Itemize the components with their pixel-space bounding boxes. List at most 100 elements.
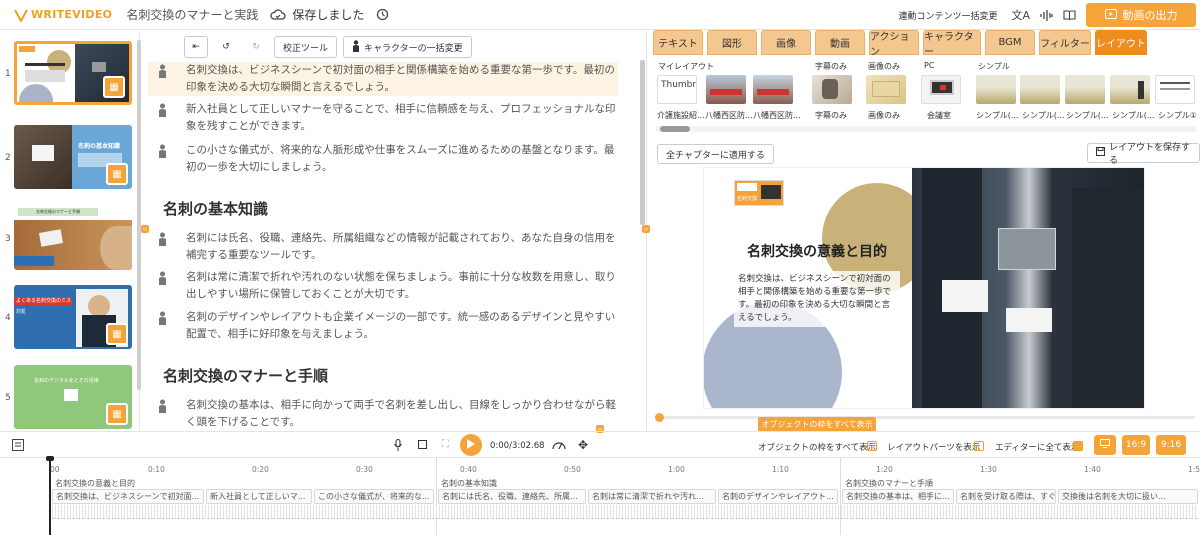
audio-clip[interactable]: 名刺のデザインやレイアウト... [718, 489, 838, 504]
slide-thumbnail[interactable]: よくある名刺交換のミスとその対処法 対処 ▦ [14, 285, 132, 349]
script-line[interactable]: この小さな儀式が、将来的な人脈形成や仕事をスムーズに進めるための基盤となります。… [148, 142, 618, 176]
audio-clip[interactable]: 名刺を受け取る際は、すぐに... [956, 489, 1056, 504]
speed-icon[interactable] [552, 439, 566, 454]
slide-photo[interactable] [912, 168, 1144, 408]
layout-thumbnail[interactable] [921, 75, 961, 104]
slide-thumbnail[interactable]: ▦ [14, 41, 132, 105]
script-line[interactable]: 名刺には氏名、役職、連絡先、所属組織などの情報が記載されており、あなた自身の信用… [148, 230, 618, 264]
layout-thumbnail[interactable] [1020, 75, 1060, 104]
speaker-icon[interactable] [158, 64, 168, 78]
speaker-icon[interactable] [158, 103, 168, 117]
layout-icon[interactable]: ▦ [106, 403, 128, 425]
stop-icon[interactable] [418, 440, 427, 449]
chapter-label[interactable]: 名刺交換のマナーと手順 [845, 478, 933, 489]
script-line[interactable]: 名刺は常に清潔で折れや汚れのない状態を保ちましょう。事前に十分な枚数を用意し、取… [148, 269, 618, 303]
layout-thumbnail[interactable] [1110, 75, 1150, 104]
timeline-toggle-icon[interactable] [12, 439, 24, 454]
history-icon[interactable] [376, 8, 389, 21]
layout-thumbnail[interactable] [976, 75, 1016, 104]
project-title[interactable]: 名刺交換のマナーと実践 [126, 6, 258, 23]
show-all-editor-checkbox[interactable] [1073, 441, 1083, 451]
ratio-16-9-button[interactable]: 16:9 [1122, 435, 1150, 455]
audio-clip[interactable]: 交換後は名刺を大切に扱い... [1058, 489, 1198, 504]
chapter-label[interactable]: 名刺の基本知識 [441, 478, 497, 489]
speaker-icon[interactable] [158, 399, 168, 413]
preview-seek-bar[interactable] [655, 413, 1195, 422]
redo-icon[interactable]: ↻ [244, 36, 268, 58]
show-frames-checkbox[interactable] [867, 441, 877, 451]
layout-icon[interactable]: ▦ [106, 163, 128, 185]
slide-thumbnail[interactable]: 名刺の基本知識 ▦ [14, 125, 132, 189]
preview-mode-button[interactable] [1094, 435, 1116, 455]
script-line[interactable]: 名刺交換の基本は、相手に向かって両手で名刺を差し出し、目線をしっかり合わせながら… [148, 397, 618, 430]
layout-thumbnail[interactable] [812, 75, 852, 104]
slide-title[interactable]: 名刺交換の意義と目的 [747, 241, 887, 261]
script-scrollbar[interactable] [640, 60, 645, 225]
bulk-change-button[interactable]: 連動コンテンツ一括変更 [898, 9, 997, 22]
audio-clip[interactable]: この小さな儀式が、将来的な... [314, 489, 434, 504]
export-video-button[interactable]: 動画の出力 [1086, 3, 1196, 27]
audio-clip[interactable]: 新入社員として正しいマ... [206, 489, 312, 504]
app-logo[interactable]: WRITEVIDEO [14, 8, 112, 22]
translate-icon[interactable]: 文A [1011, 7, 1030, 23]
tab-images[interactable]: 画像 [761, 30, 811, 55]
tab-action[interactable]: アクション [869, 30, 919, 58]
layout-thumbnail[interactable] [866, 75, 906, 104]
layout-icon[interactable]: ▦ [103, 76, 125, 98]
fullscreen-icon[interactable]: ⛶ [442, 439, 449, 450]
slide-preview[interactable]: 名刺交換 名刺交換の意義と目的 名刺交換は、ビジネスシーンで初対面の相手と関係構… [703, 167, 1145, 409]
proofread-button[interactable]: 校正ツール [274, 36, 338, 58]
audio-waveform [52, 505, 1198, 519]
playhead-handle[interactable] [46, 456, 54, 461]
collapse-icon[interactable]: ⇤ [184, 36, 208, 58]
audio-clip[interactable]: 名刺交換は、ビジネスシーンで初対面... [52, 489, 204, 504]
layout-thumbnail[interactable] [753, 75, 793, 104]
undo-icon[interactable]: ↺ [214, 36, 238, 58]
speaker-icon[interactable] [158, 144, 168, 158]
ratio-9-16-button[interactable]: 9:16 [1156, 435, 1186, 455]
audio-wave-icon[interactable] [1040, 9, 1053, 21]
script-line[interactable]: 新入社員として正しいマナーを守ることで、相手に信頼感を与え、プロフェッショナルな… [148, 101, 618, 135]
tab-filter[interactable]: フィルター [1039, 30, 1091, 55]
script-line[interactable]: 名刺交換は、ビジネスシーンで初対面の相手と関係構築を始める重要な第一歩です。最初… [148, 62, 618, 96]
layout-scrollbar[interactable] [656, 126, 1196, 132]
show-layout-parts-checkbox[interactable] [974, 441, 984, 451]
apply-all-chapters-button[interactable]: 全チャプターに適用する [657, 144, 774, 164]
layout-thumbnail[interactable]: Thumbna [657, 75, 697, 104]
chapter-label[interactable]: 名刺交換の意義と目的 [55, 478, 135, 489]
slide-thumbnail[interactable]: 名刺交換のマナーと手順 [14, 206, 132, 270]
character-bulk-button[interactable]: キャラクターの一括変更 [343, 36, 472, 58]
audio-clip[interactable]: 名刺交換の基本は、相手に... [842, 489, 954, 504]
layout-thumbnail[interactable] [1155, 75, 1195, 104]
play-button[interactable] [460, 434, 482, 456]
slide-logo[interactable]: 名刺交換 [734, 180, 784, 206]
show-all-frames-button[interactable]: オブジェクトの枠をすべて表示 [758, 417, 876, 432]
layout-thumbnail[interactable] [706, 75, 746, 104]
chapter-heading[interactable]: 名刺の基本知識 [163, 198, 268, 219]
tab-layout[interactable]: レイアウト [1095, 30, 1147, 55]
tab-video[interactable]: 動画 [815, 30, 865, 55]
audio-clip[interactable]: 名刺には氏名、役職、連絡先、所属... [438, 489, 586, 504]
thumbnail-scrollbar[interactable] [137, 40, 141, 390]
move-icon[interactable]: ✥ [578, 438, 588, 452]
save-layout-button[interactable]: レイアウトを保存する [1087, 143, 1200, 166]
slide-body-text[interactable]: 名刺交換は、ビジネスシーンで初対面の相手と関係構築を始める重要な第一歩です。最初… [734, 271, 900, 327]
speaker-icon[interactable] [158, 232, 168, 246]
audio-clip[interactable]: 名刺は常に清潔で折れや汚れ... [588, 489, 716, 504]
chapter-heading[interactable]: 名刺交換のマナーと手順 [163, 365, 328, 386]
tab-bgm[interactable]: BGM [985, 30, 1035, 55]
seek-handle[interactable] [655, 413, 664, 422]
speaker-icon[interactable] [158, 271, 168, 285]
microphone-icon[interactable] [394, 439, 402, 454]
layout-thumbnail[interactable] [1065, 75, 1105, 104]
tab-text[interactable]: テキスト [653, 30, 703, 55]
speaker-icon[interactable] [158, 311, 168, 325]
playhead[interactable] [49, 458, 51, 535]
layout-icon[interactable]: ▦ [106, 323, 128, 345]
book-icon[interactable] [1063, 9, 1076, 21]
tab-shapes[interactable]: 図形 [707, 30, 757, 55]
tab-character[interactable]: キャラクター [923, 30, 981, 58]
script-line[interactable]: 名刺のデザインやレイアウトも企業イメージの一部です。統一感のあるデザインと見やす… [148, 309, 618, 343]
slide-thumbnail[interactable]: 名刺のデジタル化とその活用 ▦ [14, 365, 132, 429]
panel-splitter-handle[interactable]: ‹› [642, 225, 650, 233]
